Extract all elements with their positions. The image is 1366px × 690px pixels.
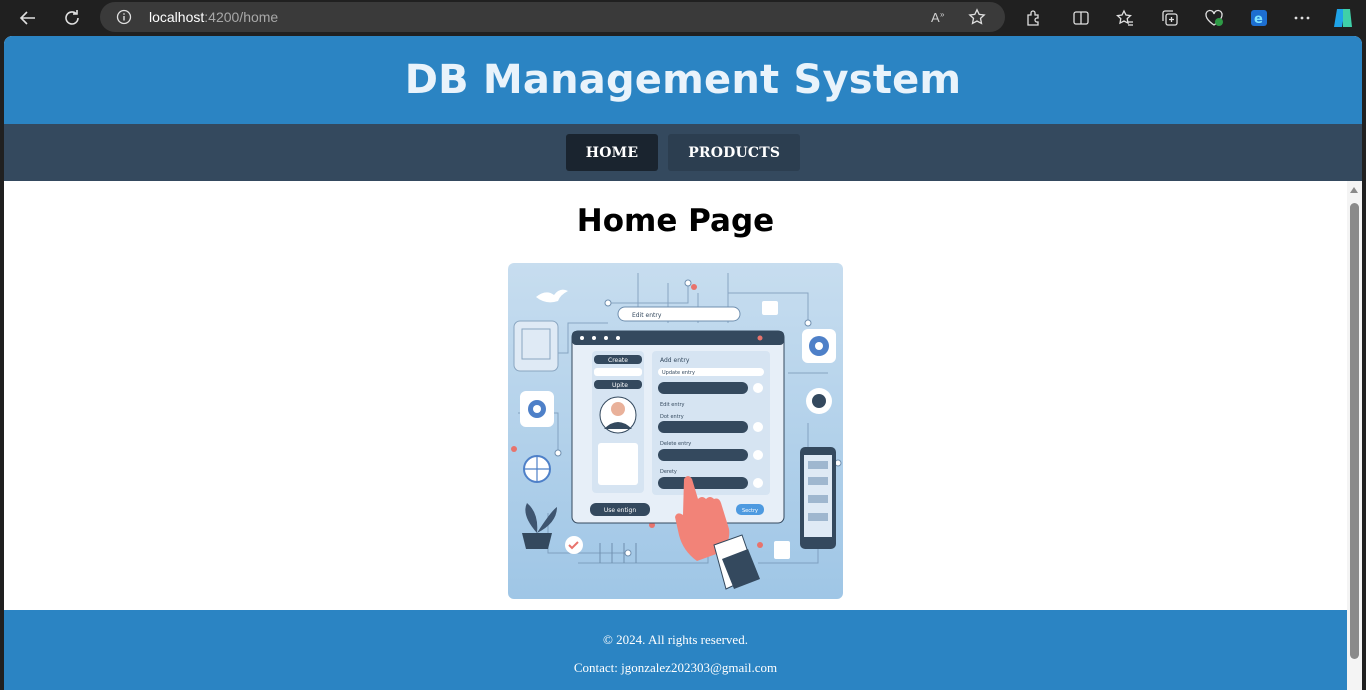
favorites-icon[interactable] (1111, 4, 1139, 32)
split-screen-icon[interactable] (1067, 4, 1095, 32)
back-icon[interactable] (14, 4, 42, 32)
copilot-icon[interactable] (1329, 4, 1357, 32)
read-aloud-icon[interactable]: A» (930, 8, 948, 30)
scroll-up-arrow-icon[interactable] (1350, 187, 1358, 193)
footer-copyright: © 2024. All rights reserved. (603, 632, 748, 647)
info-icon[interactable] (116, 9, 132, 29)
browser-essentials-icon[interactable] (1200, 4, 1228, 32)
illustration-update-text: Upite (612, 382, 628, 389)
browser-toolbar: localhost:4200/home A» e (0, 0, 1366, 36)
illustration-edit-entry-text: Edit entry (660, 402, 685, 408)
illustration-use-text: Use entign (604, 507, 636, 514)
site-header: DB Management System (4, 36, 1362, 124)
site-title: DB Management System (404, 57, 962, 103)
edge-icon[interactable]: e (1245, 4, 1273, 32)
url-text: localhost:4200/home (149, 9, 279, 25)
hero-illustration: Edit entry Create Upite Add entry Update… (508, 263, 843, 599)
illustration-search-text: Edit entry (632, 312, 662, 319)
illustration-update-entry-text: Update entry (662, 370, 695, 376)
page-title: Home Page (576, 203, 775, 239)
more-icon[interactable] (1288, 4, 1316, 32)
page-scrollbar[interactable] (1347, 181, 1362, 690)
address-bar[interactable]: localhost:4200/home A» (100, 2, 1005, 32)
site-footer: © 2024. All rights reserved. Contact: jg… (4, 610, 1347, 690)
svg-text:e: e (1254, 12, 1263, 27)
illustration-delete-entry-text: Delete entry (660, 441, 691, 447)
illustration-dot-entry-text: Dot entry (660, 414, 684, 420)
page-viewport: DB Management System HOME PRODUCTS Home … (4, 36, 1362, 690)
svg-text:»: » (940, 10, 945, 19)
favorite-icon[interactable] (968, 8, 986, 30)
illustration-create-text: Create (608, 357, 628, 364)
main-content: Home Page Edit entry Create Upite Add en… (4, 181, 1347, 610)
illustration-add-entry-text: Add entry (660, 357, 690, 364)
extensions-icon[interactable] (1020, 4, 1048, 32)
illustration-destroy-text: Derety (660, 469, 677, 475)
refresh-icon[interactable] (58, 4, 86, 32)
main-nav: HOME PRODUCTS (4, 124, 1362, 181)
scroll-thumb[interactable] (1350, 203, 1359, 659)
nav-products-button[interactable]: PRODUCTS (668, 134, 801, 171)
database-ui-illustration: Edit entry Create Upite Add entry Update… (508, 263, 843, 599)
illustration-save-text: Sectry (742, 508, 758, 514)
footer-contact: Contact: jgonzalez202303@gmail.com (573, 660, 778, 675)
nav-home-button[interactable]: HOME (565, 134, 659, 171)
collections-icon[interactable] (1156, 4, 1184, 32)
svg-text:A: A (931, 10, 940, 25)
